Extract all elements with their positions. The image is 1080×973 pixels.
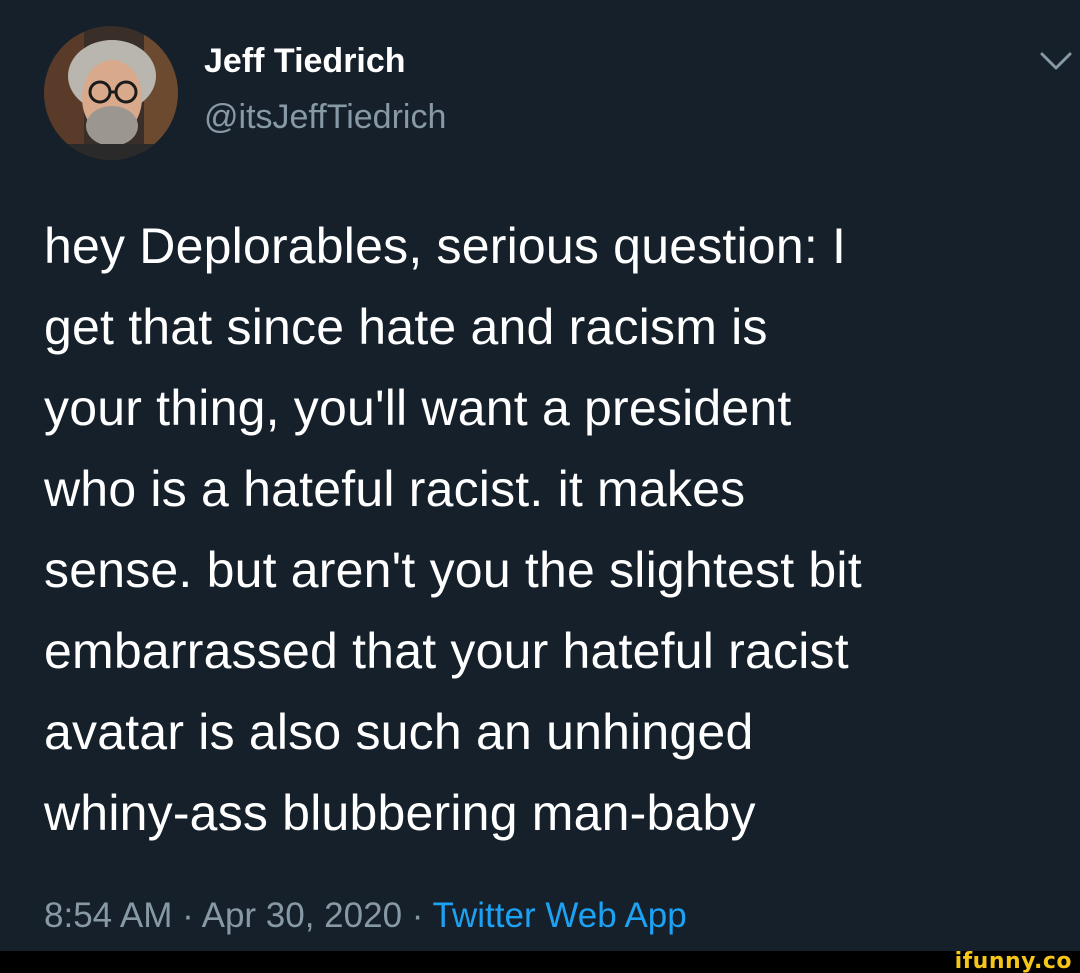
meta-separator: · — [411, 896, 424, 935]
watermark-bar — [0, 951, 1080, 973]
tweet-source-link[interactable]: Twitter Web App — [433, 896, 687, 935]
avatar-image — [44, 26, 178, 160]
tweet-time[interactable]: 8:54 AM — [44, 896, 172, 935]
user-handle[interactable]: @itsJeffTiedrich — [204, 98, 446, 137]
chevron-down-icon[interactable] — [1038, 48, 1074, 76]
avatar[interactable] — [44, 26, 178, 160]
tweet-date[interactable]: Apr 30, 2020 — [202, 896, 402, 935]
watermark-logo: ifunny.co — [954, 949, 1072, 973]
tweet-text: hey Deplorables, serious question: I get… — [44, 218, 862, 841]
display-name[interactable]: Jeff Tiedrich — [204, 42, 406, 81]
tweet-card: Jeff Tiedrich @itsJeffTiedrich hey Deplo… — [0, 0, 1080, 973]
tweet-meta: 8:54 AM · Apr 30, 2020 · Twitter Web App — [44, 896, 687, 936]
meta-separator: · — [182, 896, 194, 935]
